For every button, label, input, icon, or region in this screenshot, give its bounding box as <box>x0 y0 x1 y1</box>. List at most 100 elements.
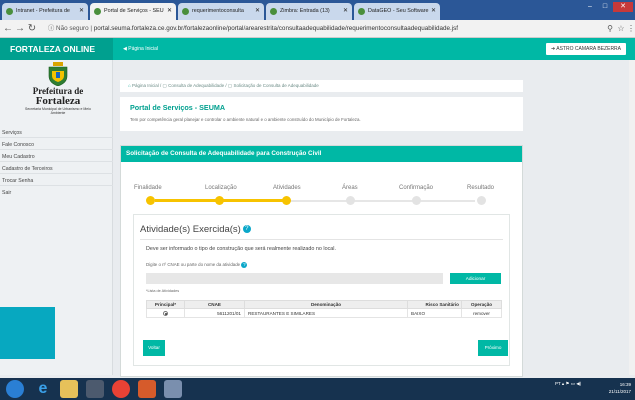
column-header: CNAE <box>184 300 245 309</box>
sidebar-item-servicos[interactable]: Serviços <box>0 129 113 138</box>
minimize-icon[interactable]: – <box>583 2 597 12</box>
step-dot <box>477 196 486 205</box>
risco-cell: BAIXO <box>407 308 462 318</box>
favicon-icon <box>182 8 189 15</box>
info-icon[interactable]: ⓘ <box>48 25 56 32</box>
forward-arrow-icon[interactable]: → <box>15 22 25 36</box>
column-header: Risco Sanitário <box>407 300 462 309</box>
breadcrumb-current: Solicitação de Consulta de Adequabilidad… <box>233 83 319 88</box>
principal-cell <box>146 308 185 318</box>
cnae-cell: 5611201/01 <box>184 308 245 318</box>
intro-card: Portal de Serviços - SEUMA Tem por compe… <box>120 97 523 131</box>
close-tab-icon[interactable]: ✕ <box>79 3 84 20</box>
instruction-text: Deve ser informado o tipo de construção … <box>146 246 336 252</box>
browser-tab[interactable]: DataGEO - Seu Software ✕ <box>354 3 440 20</box>
activities-list-label: *Lista de Atividades <box>146 289 180 293</box>
brand-title[interactable]: FORTALEZA ONLINE <box>0 38 113 60</box>
browser-tab[interactable]: requerimentoconsulta ✕ <box>178 3 264 20</box>
menu-dots-icon[interactable]: ⋮ <box>626 22 635 36</box>
next-button[interactable]: Próximo <box>478 340 508 356</box>
sidebar-item-fale-conosco[interactable]: Fale Conosco <box>0 141 113 150</box>
help-icon[interactable]: ? <box>241 262 248 268</box>
divider <box>140 239 503 240</box>
prefeitura-logo: Prefeitura de Fortaleza Secretaria Munic… <box>18 62 98 122</box>
internet-explorer-icon[interactable]: e <box>34 380 52 398</box>
table-header-row: Principal* CNAE Denominação Risco Sanitá… <box>146 300 502 309</box>
step-label: Atividades <box>273 185 301 191</box>
reload-icon[interactable]: ↻ <box>27 22 37 36</box>
section-title: Atividade(s) Exercida(s)? <box>140 224 251 235</box>
close-tab-icon[interactable]: ✕ <box>255 3 260 20</box>
zoom-icon[interactable]: ⚲ <box>605 22 615 36</box>
step-dot <box>282 196 291 205</box>
maximize-icon[interactable]: □ <box>598 2 612 12</box>
column-header: Denominação <box>244 300 408 309</box>
close-tab-icon[interactable]: ✕ <box>343 3 348 20</box>
background-window-fragment <box>0 307 55 359</box>
cnae-label: Digite o nº CNAE ou parte do nome da ati… <box>146 262 248 268</box>
image-viewer-icon[interactable] <box>164 380 182 398</box>
favicon-icon <box>94 8 101 15</box>
close-tab-icon[interactable]: ✕ <box>431 3 436 20</box>
browser-tab[interactable]: Intranet - Prefeitura de ✕ <box>2 3 88 20</box>
breadcrumb-consulta[interactable]: Consulta de Adequabilidade <box>168 83 224 88</box>
step-dot <box>346 196 355 205</box>
clock[interactable]: 16:39 21/11/2017 <box>597 381 631 395</box>
file-explorer-icon[interactable] <box>60 380 78 398</box>
chrome-icon[interactable] <box>112 380 130 398</box>
browser-tab[interactable]: Zimbra: Entrada (13) ✕ <box>266 3 352 20</box>
url-field[interactable]: ⓘ Não seguro | portal.seuma.fortaleza.ce… <box>48 23 458 35</box>
step-dot <box>412 196 421 205</box>
office-app-icon[interactable] <box>138 380 156 398</box>
sidebar-item-meu-cadastro[interactable]: Meu Cadastro <box>0 153 113 162</box>
page-description: Tem por competência geral planejar e con… <box>130 117 361 122</box>
page-title: Portal de Serviços - SEUMA <box>130 103 226 112</box>
back-button[interactable]: Voltar <box>143 340 165 356</box>
help-icon[interactable]: ? <box>242 225 251 234</box>
page-icon: ▢ <box>162 83 167 88</box>
back-arrow-icon[interactable]: ← <box>3 22 13 36</box>
sidebar-item-trocar-senha[interactable]: Trocar Senha <box>0 177 113 186</box>
column-header: Principal* <box>146 300 185 309</box>
cnae-search-input[interactable] <box>146 273 443 284</box>
header-breadcrumb[interactable]: ◀ Página Inicial <box>123 38 158 60</box>
system-tray[interactable]: PT ▴ ⚑ ▭ ◀) <box>555 381 581 387</box>
sidebar-item-cadastro-terceiros[interactable]: Cadastro de Terceiros <box>0 165 113 174</box>
window-close-icon[interactable]: ✕ <box>613 2 633 12</box>
favicon-icon <box>358 8 365 15</box>
panel-title: Solicitação de Consulta de Adequabilidad… <box>121 146 522 162</box>
coat-of-arms-icon <box>48 62 68 86</box>
step-dot <box>215 196 224 205</box>
address-bar: ← → ↻ ⓘ Não seguro | portal.seuma.fortal… <box>0 20 635 38</box>
favicon-icon <box>6 8 13 15</box>
url-text: portal.seuma.fortaleza.ce.gov.br/fortale… <box>93 25 459 32</box>
start-button-icon[interactable] <box>6 380 24 398</box>
browser-tab-bar: Intranet - Prefeitura de ✕ Portal de Serv… <box>0 0 635 20</box>
denominacao-cell: RESTAURANTES E SIMILARES <box>244 308 408 318</box>
browser-tab-active[interactable]: Portal de Serviços - SEU ✕ <box>90 3 176 20</box>
column-header: Operação <box>461 300 502 309</box>
breadcrumb: ⌂ Página Inicial / ▢ Consulta de Adequab… <box>120 80 523 92</box>
step-label: Áreas <box>342 185 358 191</box>
sidebar-item-sair[interactable]: Sair <box>0 189 113 198</box>
request-panel: Solicitação de Consulta de Adequabilidad… <box>120 145 523 377</box>
step-label: Finalidade <box>134 185 162 191</box>
user-button[interactable]: ➜ ASTRO CAMARA BEZERRA <box>545 43 626 55</box>
app-header: FORTALEZA ONLINE ◀ Página Inicial ➜ ASTR… <box>0 38 635 60</box>
add-button[interactable]: Adicionar <box>450 273 501 284</box>
windows-taskbar: e PT ▴ ⚑ ▭ ◀) 16:39 21/11/2017 <box>0 378 635 400</box>
activities-card: Atividade(s) Exercida(s)? Deve ser infor… <box>133 214 510 366</box>
page-scrollbar[interactable] <box>629 60 635 375</box>
page-icon: ▢ <box>227 83 233 88</box>
step-label: Resultado <box>467 185 495 191</box>
breadcrumb-home[interactable]: Página Inicial <box>132 83 159 88</box>
security-label: Não seguro <box>56 25 89 32</box>
step-label: Localização <box>205 185 237 191</box>
step-label: Confirmação <box>399 185 434 191</box>
favicon-icon <box>270 8 277 15</box>
media-player-icon[interactable] <box>86 380 104 398</box>
bookmark-star-icon[interactable]: ☆ <box>616 22 626 36</box>
remove-link[interactable]: remover <box>461 308 502 318</box>
principal-radio[interactable] <box>163 310 168 316</box>
close-tab-icon[interactable]: ✕ <box>167 3 172 20</box>
